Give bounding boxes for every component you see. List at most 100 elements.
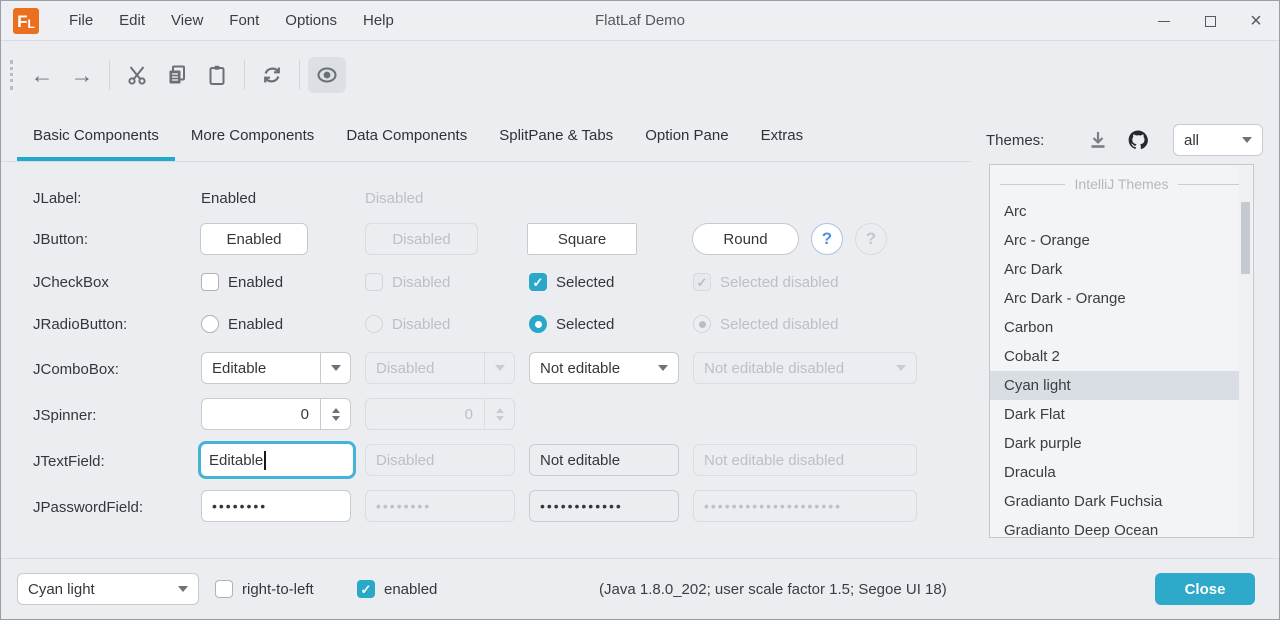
- jpasswordfield-row-label: JPasswordField:: [33, 499, 143, 516]
- passwordfield-not-editable-disabled: ••••••••••••••••••••: [693, 490, 917, 522]
- textfield-not-editable-disabled: Not editable disabled: [693, 444, 917, 476]
- checkbox-icon: [365, 273, 383, 291]
- theme-list-scrollbar[interactable]: [1239, 166, 1252, 536]
- tab-splitpane-tabs[interactable]: SplitPane & Tabs: [483, 113, 629, 161]
- help-button-disabled: ?: [855, 223, 887, 255]
- back-button[interactable]: ←: [23, 57, 61, 93]
- spinner-down-icon: [496, 416, 504, 421]
- themes-filter-value: all: [1174, 132, 1232, 149]
- show-hidden-toggle-button[interactable]: [308, 57, 346, 93]
- theme-item-gradianto-deep-ocean[interactable]: Gradianto Deep Ocean: [990, 516, 1253, 538]
- textfield-not-editable[interactable]: Not editable: [529, 444, 679, 476]
- theme-item-cobalt-2[interactable]: Cobalt 2: [990, 342, 1253, 371]
- checkbox-selected[interactable]: ✓Selected: [529, 273, 614, 291]
- radio-selected[interactable]: Selected: [529, 315, 614, 333]
- menu-view[interactable]: View: [158, 1, 216, 41]
- chevron-down-icon: [1242, 137, 1252, 143]
- textfield-editable[interactable]: Editable: [198, 441, 356, 479]
- menu-bar: File Edit View Font Options Help: [56, 1, 407, 41]
- radio-enabled[interactable]: Enabled: [201, 315, 283, 333]
- toolbar-separator: [244, 60, 245, 90]
- theme-item-dark-flat[interactable]: Dark Flat: [990, 400, 1253, 429]
- tab-option-pane[interactable]: Option Pane: [629, 113, 744, 161]
- theme-item-carbon[interactable]: Carbon: [990, 313, 1253, 342]
- checkbox-selected-disabled: ✓Selected disabled: [693, 273, 838, 291]
- checkbox-checked-icon: ✓: [693, 273, 711, 291]
- maximize-button[interactable]: [1187, 1, 1233, 41]
- menu-edit[interactable]: Edit: [106, 1, 158, 41]
- scrollbar-thumb[interactable]: [1241, 202, 1250, 274]
- jtextfield-row-label: JTextField:: [33, 453, 105, 470]
- theme-item-arc[interactable]: Arc: [990, 197, 1253, 226]
- menu-font[interactable]: Font: [216, 1, 272, 41]
- refresh-button[interactable]: [253, 57, 291, 93]
- lookandfeel-combobox[interactable]: Cyan light: [17, 573, 199, 605]
- spinner-arrows[interactable]: [320, 399, 350, 429]
- github-button[interactable]: [1121, 123, 1155, 157]
- forward-button[interactable]: →: [63, 57, 101, 93]
- menu-file[interactable]: File: [56, 1, 106, 41]
- toolbar-separator: [299, 60, 300, 90]
- eye-icon: [314, 62, 340, 88]
- status-text: (Java 1.8.0_202; user scale factor 1.5; …: [599, 581, 947, 598]
- theme-item-arc-dark-orange[interactable]: Arc Dark - Orange: [990, 284, 1253, 313]
- round-button[interactable]: Round: [692, 223, 799, 255]
- combobox-editable[interactable]: Editable: [201, 352, 351, 384]
- window-title: FlatLaf Demo: [595, 1, 685, 41]
- square-button[interactable]: Square: [527, 223, 637, 255]
- theme-item-gradianto-dark-fuchsia[interactable]: Gradianto Dark Fuchsia: [990, 487, 1253, 516]
- checkbox-enabled[interactable]: Enabled: [201, 273, 283, 291]
- help-button[interactable]: ?: [811, 223, 843, 255]
- minimize-button[interactable]: [1141, 1, 1187, 41]
- tab-extras[interactable]: Extras: [745, 113, 820, 161]
- checkbox-checked-icon: ✓: [357, 580, 375, 598]
- tab-basic-components[interactable]: Basic Components: [17, 113, 175, 161]
- spinner-enabled[interactable]: 0: [201, 398, 351, 430]
- menu-options[interactable]: Options: [272, 1, 350, 41]
- theme-item-dark-purple[interactable]: Dark purple: [990, 429, 1253, 458]
- toolbar: ← →: [1, 42, 1279, 108]
- theme-item-cyan-light[interactable]: Cyan light: [990, 371, 1240, 400]
- download-themes-button[interactable]: [1081, 123, 1115, 157]
- toolbar-grip-handle[interactable]: [10, 60, 14, 90]
- tab-underline-track: [1, 161, 971, 162]
- passwordfield-not-editable[interactable]: ••••••••••••: [529, 490, 679, 522]
- radio-checked-icon: [693, 315, 711, 333]
- tab-data-components[interactable]: Data Components: [330, 113, 483, 161]
- close-button[interactable]: Close: [1155, 573, 1255, 605]
- chevron-down-icon: [658, 365, 668, 371]
- theme-item-arc-orange[interactable]: Arc - Orange: [990, 226, 1253, 255]
- menu-help[interactable]: Help: [350, 1, 407, 41]
- spinner-up-icon: [496, 408, 504, 413]
- jlabel-enabled: Enabled: [201, 190, 256, 207]
- checkbox-disabled: Disabled: [365, 273, 450, 291]
- close-icon: ×: [1250, 11, 1262, 31]
- chevron-down-icon: [495, 365, 505, 371]
- refresh-icon: [260, 63, 284, 87]
- title-bar: FL File Edit View Font Options Help Flat…: [1, 1, 1279, 41]
- right-to-left-checkbox[interactable]: right-to-left: [215, 580, 314, 598]
- forward-arrow-icon: →: [71, 64, 94, 87]
- toolbar-separator: [109, 60, 110, 90]
- paste-button[interactable]: [198, 57, 236, 93]
- themes-filter-combobox[interactable]: all: [1173, 124, 1263, 156]
- enabled-checkbox[interactable]: ✓enabled: [357, 580, 437, 598]
- jcheckbox-row-label: JCheckBox: [33, 274, 109, 291]
- passwordfield-enabled[interactable]: ••••••••: [201, 490, 351, 522]
- jcombobox-row-label: JComboBox:: [33, 361, 119, 378]
- radio-icon: [201, 315, 219, 333]
- cut-button[interactable]: [118, 57, 156, 93]
- textfield-disabled: Disabled: [365, 444, 515, 476]
- app-window: FL File Edit View Font Options Help Flat…: [0, 0, 1280, 620]
- theme-item-dracula[interactable]: Dracula: [990, 458, 1253, 487]
- checkbox-icon: [215, 580, 233, 598]
- flatlaf-logo-icon: FL: [13, 8, 39, 34]
- enabled-button[interactable]: Enabled: [200, 223, 308, 255]
- copy-button[interactable]: [158, 57, 196, 93]
- close-window-button[interactable]: ×: [1233, 1, 1279, 41]
- minimize-icon: [1158, 21, 1170, 22]
- tab-more-components[interactable]: More Components: [175, 113, 330, 161]
- spinner-disabled: 0: [365, 398, 515, 430]
- theme-item-arc-dark[interactable]: Arc Dark: [990, 255, 1253, 284]
- combobox-not-editable[interactable]: Not editable: [529, 352, 679, 384]
